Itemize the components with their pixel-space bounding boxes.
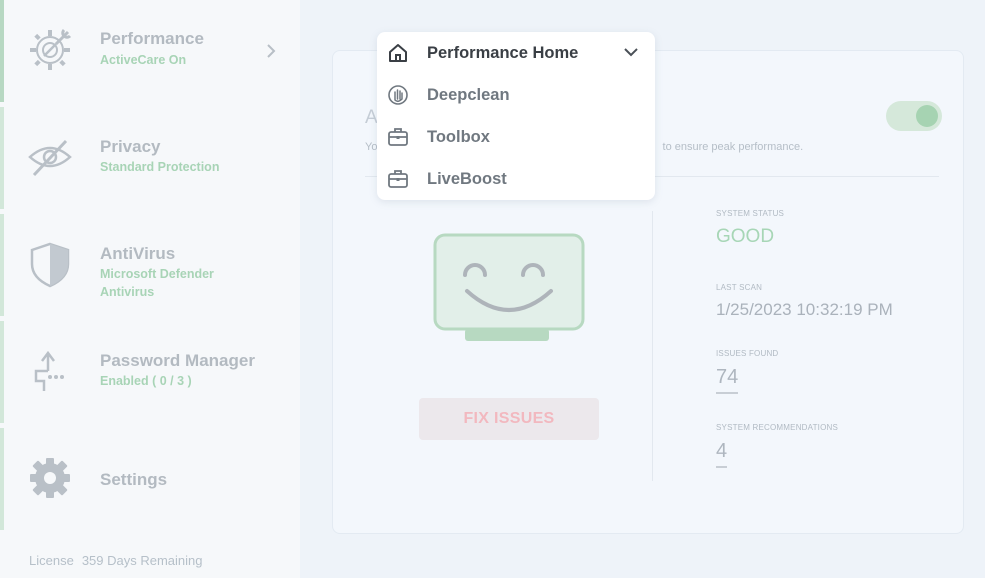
shield-icon — [30, 242, 70, 288]
recommendations-label: SYSTEM RECOMMENDATIONS — [716, 423, 839, 432]
card-title: A — [365, 107, 378, 128]
card-description-start: Yo — [365, 141, 378, 153]
menu-item-performance-home[interactable]: Performance Home — [377, 32, 655, 74]
column-divider — [652, 211, 653, 481]
sidebar-item-title: AntiVirus — [100, 244, 176, 263]
system-status-label: SYSTEM STATUS — [716, 209, 785, 218]
password-upload-icon — [34, 350, 64, 391]
menu-item-label: Toolbox — [427, 128, 490, 146]
home-icon — [389, 44, 407, 62]
issues-found-value[interactable]: 74 — [716, 366, 739, 394]
hand-icon — [388, 85, 408, 105]
license-days-remaining: 359 Days Remaining — [81, 553, 203, 568]
menu-item-liveboost[interactable]: LiveBoost — [377, 158, 655, 200]
briefcase-icon — [388, 170, 408, 188]
toolbox-icon — [388, 128, 408, 146]
fix-issues-button[interactable]: FIX ISSUES — [419, 398, 599, 440]
menu-item-label: LiveBoost — [427, 170, 507, 188]
happy-monitor-icon — [433, 233, 585, 341]
sidebar-item-title: Password Manager — [100, 351, 255, 370]
active-indicator — [0, 0, 4, 102]
menu-item-label: Deepclean — [427, 86, 510, 104]
last-scan-value: 1/25/2023 10:32:19 PM — [716, 300, 893, 319]
sidebar-item-title: Performance — [100, 29, 204, 48]
license-info: License 359 Days Remaining — [29, 553, 203, 568]
sidebar-accent — [0, 321, 4, 423]
sidebar-item-privacy[interactable]: Privacy Standard Protection — [0, 107, 300, 209]
card-description-end: to ensure peak performance. — [662, 141, 804, 153]
sidebar-item-antivirus[interactable]: AntiVirus Microsoft Defender Antivirus — [0, 214, 300, 316]
sidebar-item-settings[interactable]: Settings — [0, 428, 300, 530]
toggle-knob — [916, 105, 938, 127]
recommendations-value[interactable]: 4 — [716, 440, 728, 468]
performance-dropdown-menu: Performance Home Deepclean Toolbox LiveB… — [377, 32, 655, 200]
license-label: License — [29, 553, 74, 568]
chevron-right-icon[interactable] — [264, 42, 278, 60]
sidebar-item-title: Privacy — [100, 137, 161, 156]
last-scan-label: LAST SCAN — [716, 283, 763, 292]
sidebar-accent — [0, 107, 4, 209]
issues-found[interactable]: ISSUES FOUND 74 — [716, 349, 778, 394]
menu-item-label: Performance Home — [427, 44, 579, 62]
eye-slash-icon — [28, 139, 72, 177]
sidebar-item-password-manager[interactable]: Password Manager Enabled ( 0 / 3 ) — [0, 321, 300, 423]
chevron-down-icon[interactable] — [623, 46, 639, 58]
sidebar-accent — [0, 214, 4, 316]
gear-icon — [30, 458, 70, 498]
issues-found-label: ISSUES FOUND — [716, 349, 779, 358]
activecare-toggle[interactable] — [886, 101, 942, 131]
menu-item-deepclean[interactable]: Deepclean — [377, 74, 655, 116]
menu-item-toolbox[interactable]: Toolbox — [377, 116, 655, 158]
sidebar-item-performance[interactable]: Performance ActiveCare On — [0, 0, 300, 102]
sidebar-accent — [0, 428, 4, 530]
system-status-value: GOOD — [716, 226, 775, 247]
sidebar-item-subtitle: Standard Protection — [100, 160, 220, 174]
sidebar-item-subtitle: Microsoft Defender — [100, 267, 214, 281]
sidebar: Performance ActiveCare On Privacy Standa… — [0, 0, 300, 578]
system-status: SYSTEM STATUS GOOD — [716, 209, 784, 248]
sidebar-item-subtitle: Enabled ( 0 / 3 ) — [100, 374, 192, 388]
sidebar-item-subtitle-line2: Antivirus — [100, 285, 155, 299]
gear-wrench-icon — [30, 28, 72, 70]
sidebar-item-subtitle: ActiveCare On — [100, 53, 187, 67]
system-recommendations[interactable]: SYSTEM RECOMMENDATIONS 4 — [716, 423, 838, 468]
sidebar-item-title: Settings — [100, 470, 168, 489]
last-scan: LAST SCAN 1/25/2023 10:32:19 PM — [716, 283, 893, 320]
